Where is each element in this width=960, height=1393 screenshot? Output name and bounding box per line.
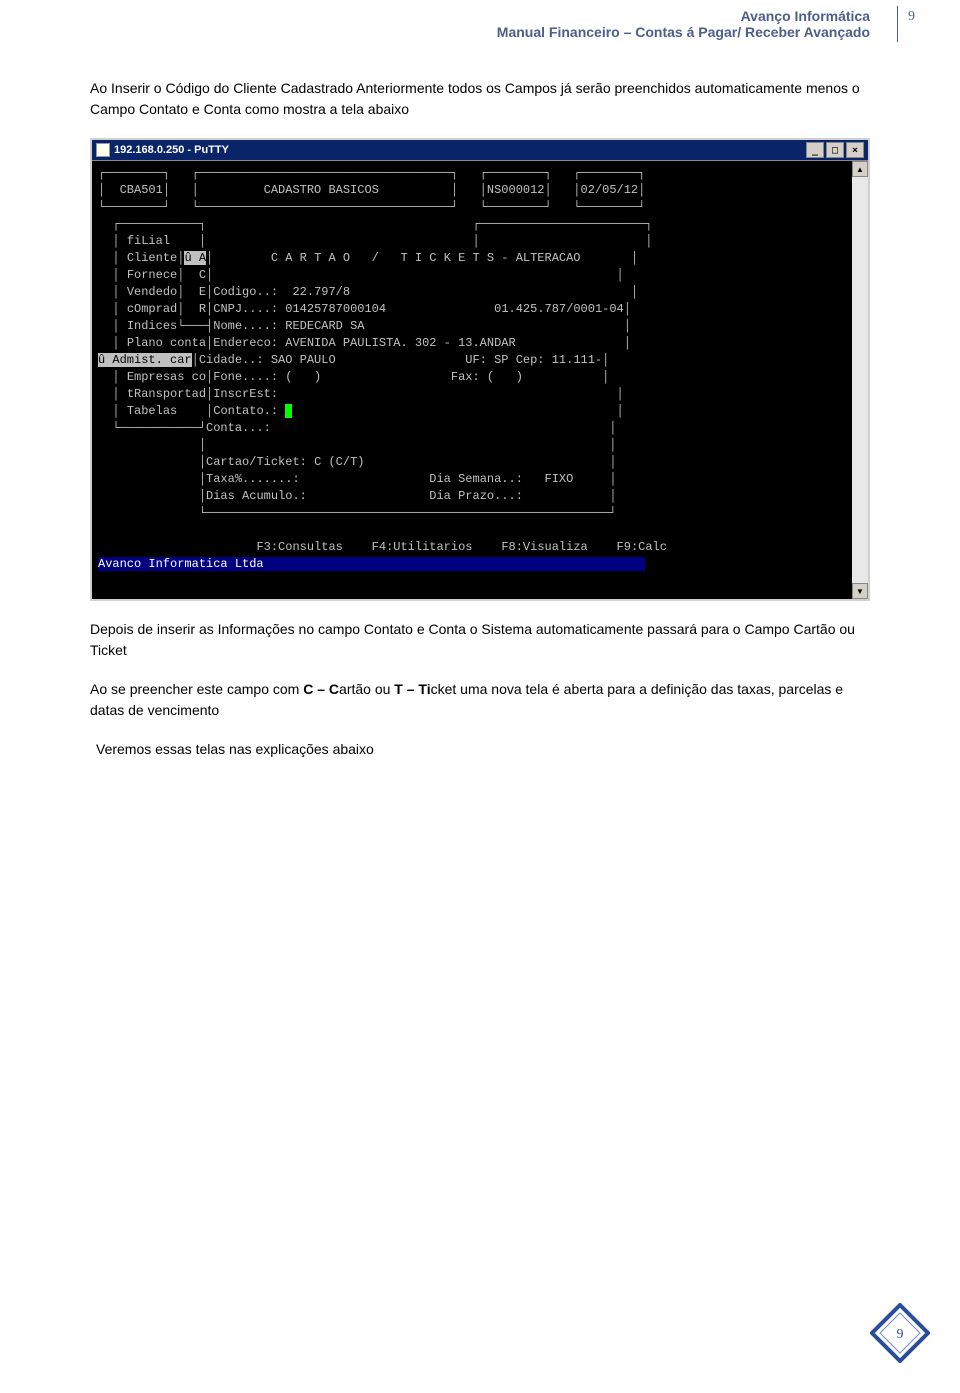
scroll-track[interactable] [852, 177, 868, 583]
document-header: Avanço Informática Manual Financeiro – C… [90, 0, 870, 60]
page-badge: 9 [870, 1303, 930, 1363]
svg-text:9: 9 [897, 1327, 904, 1342]
window-title: 192.168.0.250 - PuTTY [114, 144, 229, 156]
putty-icon [96, 143, 110, 157]
terminal-scrollbar[interactable]: ▲ ▼ [852, 161, 868, 599]
close-button[interactable]: × [846, 142, 864, 158]
paragraph-1: Ao Inserir o Código do Cliente Cadastrad… [90, 78, 870, 120]
maximize-button[interactable]: □ [826, 142, 844, 158]
paragraph-3: Ao se preencher este campo com C – Cartã… [90, 679, 870, 721]
paragraph-2: Depois de inserir as Informações no camp… [90, 619, 870, 661]
terminal-output: ┌────────┐ ┌────────────────────────────… [92, 161, 852, 599]
page-number-top: 9 [908, 9, 915, 25]
window-title-bar: 192.168.0.250 - PuTTY _ □ × [92, 140, 868, 161]
minimize-button[interactable]: _ [806, 142, 824, 158]
putty-window: 192.168.0.250 - PuTTY _ □ × ┌────────┐ ┌… [90, 138, 870, 601]
scroll-up-button[interactable]: ▲ [852, 161, 868, 177]
manual-title: Manual Financeiro – Contas á Pagar/ Rece… [497, 24, 870, 40]
scroll-down-button[interactable]: ▼ [852, 583, 868, 599]
header-divider [897, 6, 898, 42]
paragraph-4: Veremos essas telas nas explicações abai… [96, 739, 870, 760]
company-name: Avanço Informática [497, 8, 870, 24]
